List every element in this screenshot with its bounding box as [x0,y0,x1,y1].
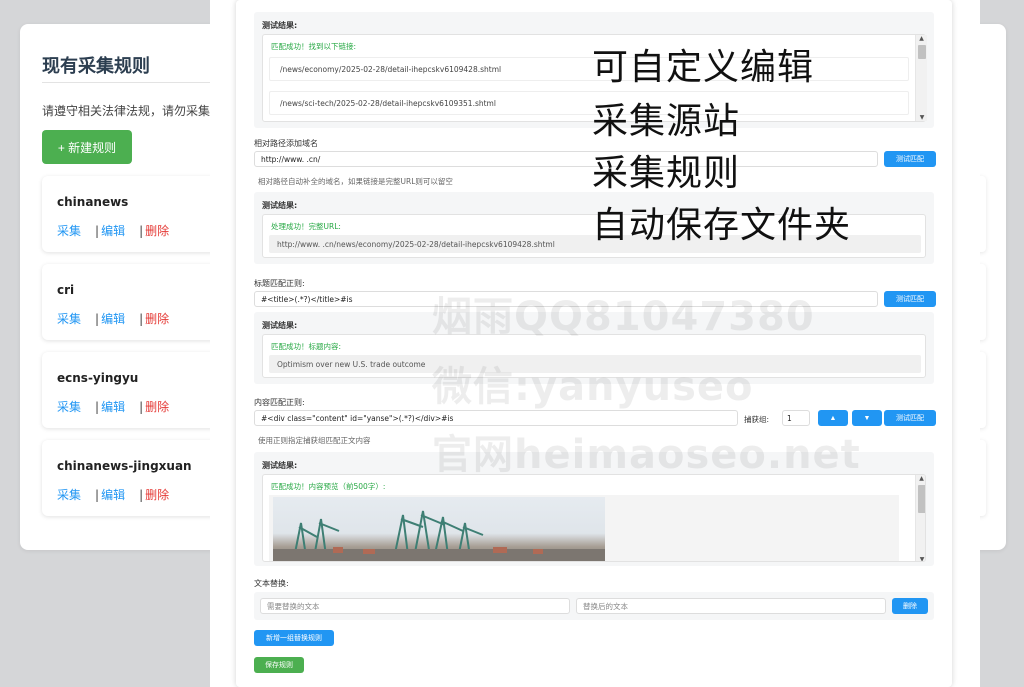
delete-link[interactable]: 删除 [145,488,169,502]
rule-card: chinanews-jingxuan 采集 | 编辑 | 删除 [42,440,222,516]
replace-row: 需要替换的文本 替换后的文本 删除 [254,592,934,620]
delete-link[interactable]: 删除 [145,400,169,414]
list-item: /news/sci-tech/2025-02-28/detail-ihepcsk… [269,91,909,115]
match-success-text: 匹配成功！标题内容: [271,342,342,351]
text-replace-label: 文本替换: [254,579,289,588]
rule-actions: 采集 | 编辑 | 删除 [57,310,169,327]
action-separator: | [139,224,144,238]
page-title: 现有采集规则 [42,56,150,77]
test-match-button[interactable]: 测试匹配 [884,291,936,307]
rule-name: cri [57,283,75,297]
port-image [273,497,605,561]
rule-card: cri 采集 | 编辑 | 删除 [42,264,222,340]
relative-path-label: 相对路径添加域名 [254,139,318,148]
domain-input[interactable]: http://www. .cn/ [254,151,878,167]
watermark-text: 微信:yanyuseo [432,364,754,410]
delete-link[interactable]: 删除 [145,224,169,238]
action-separator: | [139,488,144,502]
collect-link[interactable]: 采集 [57,224,81,238]
scrollbar[interactable]: ▲ ▼ [915,475,925,561]
rule-actions: 采集 | 编辑 | 删除 [57,222,169,239]
rule-name: chinanews [57,195,129,209]
overlay-caption: 自动保存文件夹 [592,205,852,246]
result-label: 测试结果: [262,21,298,30]
scroll-thumb[interactable] [918,45,926,59]
delete-link[interactable]: 删除 [145,312,169,326]
content-regex-label: 内容匹配正则: [254,398,305,407]
edit-link[interactable]: 编辑 [101,312,125,326]
watermark-text: 官网heimaoseo.net [432,432,861,478]
rule-card: ecns-yingyu 采集 | 编辑 | 删除 [42,352,222,428]
rule-card: chinanews 采集 | 编辑 | 删除 [42,176,222,252]
match-success-text: 匹配成功！内容预览（前500字）: [271,482,386,491]
match-success-text: 匹配成功！找到以下链接: [271,42,357,51]
rule-name: chinanews-jingxuan [57,459,192,473]
scroll-thumb[interactable] [918,485,925,513]
action-separator: | [95,224,100,238]
action-separator: | [95,488,100,502]
match-success-text: 处理成功！完整URL: [271,222,341,231]
delete-replace-button[interactable]: 删除 [892,598,928,614]
add-replace-rule-button[interactable]: 新增一组替换规则 [254,630,334,646]
content-preview-box: 匹配成功！内容预览（前500字）: ▲ ▼ [262,474,926,562]
action-separator: | [95,312,100,326]
action-separator: | [95,400,100,414]
content-regex-hint: 使用正则指定捕获组匹配正文内容 [258,436,371,445]
result-label: 测试结果: [262,461,298,470]
scroll-down-icon[interactable]: ▼ [916,114,928,121]
test-match-button[interactable]: 测试匹配 [884,410,936,426]
result-label: 测试结果: [262,321,298,330]
scroll-up-icon[interactable]: ▲ [916,475,925,482]
rule-name: ecns-yingyu [57,371,139,385]
find-text-input[interactable]: 需要替换的文本 [260,598,570,614]
scroll-down-icon[interactable]: ▼ [916,556,925,561]
edit-link[interactable]: 编辑 [101,488,125,502]
overlay-caption: 采集源站 [592,101,741,142]
title-divider [42,82,212,83]
edit-link[interactable]: 编辑 [101,224,125,238]
rule-actions: 采集 | 编辑 | 删除 [57,486,169,503]
overlay-caption: 可自定义编辑 [592,47,815,88]
legal-notice: 请遵守相关法律法规，请勿采集 [42,104,210,118]
edit-link[interactable]: 编辑 [101,400,125,414]
scroll-up-icon[interactable]: ▲ [916,35,927,42]
port-cranes-image [273,510,605,561]
relative-path-hint: 相对路径自动补全的域名，如果链接是完整URL则可以留空 [258,177,453,186]
title-regex-label: 标题匹配正则: [254,279,305,288]
scrollbar[interactable]: ▲ ▼ [915,35,927,121]
test-match-button[interactable]: 测试匹配 [884,151,936,167]
action-separator: | [139,400,144,414]
collect-link[interactable]: 采集 [57,488,81,502]
action-separator: | [139,312,144,326]
collect-link[interactable]: 采集 [57,400,81,414]
result-label: 测试结果: [262,201,298,210]
rule-actions: 采集 | 编辑 | 删除 [57,398,169,415]
new-rule-button[interactable]: + 新建规则 [42,130,132,164]
watermark-text: 烟雨QQ81047380 [432,294,815,340]
overlay-caption: 采集规则 [592,153,741,194]
replace-text-input[interactable]: 替换后的文本 [576,598,886,614]
preview-area [269,495,899,561]
collect-link[interactable]: 采集 [57,312,81,326]
save-rule-button[interactable]: 保存规则 [254,657,304,673]
